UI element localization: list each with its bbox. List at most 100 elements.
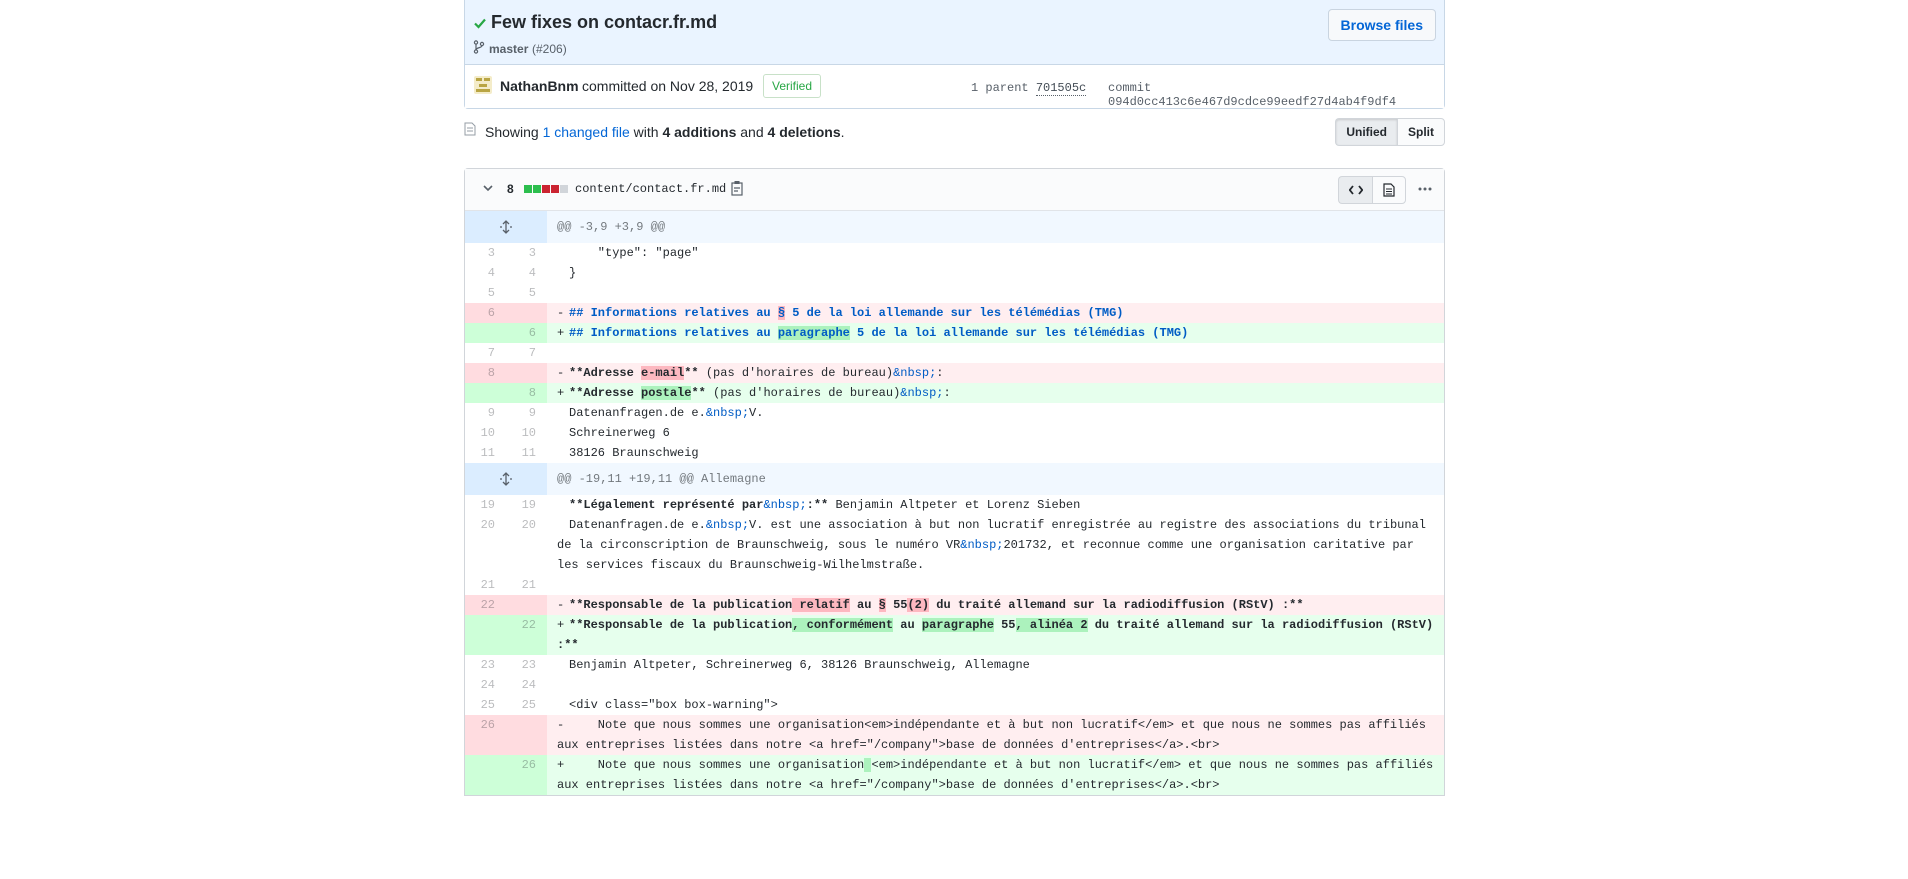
parent-sha-link[interactable]: 701505c bbox=[1035, 81, 1087, 96]
old-line-number[interactable]: 22 bbox=[465, 595, 506, 615]
split-view-button[interactable]: Split bbox=[1397, 118, 1445, 146]
changed-files-link[interactable]: 1 changed file bbox=[543, 124, 630, 140]
old-line-number[interactable]: 5 bbox=[465, 283, 506, 303]
code-token: **Légalement représenté par bbox=[569, 498, 764, 512]
new-line-number[interactable]: 22 bbox=[506, 615, 547, 655]
diff-marker bbox=[557, 655, 569, 675]
file-path[interactable]: content/contact.fr.md bbox=[575, 182, 726, 196]
old-line-number[interactable] bbox=[465, 615, 506, 655]
old-line-number[interactable]: 4 bbox=[465, 263, 506, 283]
new-line-number[interactable]: 8 bbox=[506, 383, 547, 403]
new-line-number[interactable]: 24 bbox=[506, 675, 547, 695]
expand-lines-button[interactable] bbox=[465, 463, 547, 495]
file-diff-icon[interactable] bbox=[464, 122, 476, 136]
unified-view-button[interactable]: Unified bbox=[1335, 118, 1397, 146]
new-line-number[interactable]: 20 bbox=[506, 515, 547, 575]
new-line-number[interactable]: 3 bbox=[506, 243, 547, 263]
code-token: &nbsp; bbox=[893, 366, 937, 380]
branch-name[interactable]: master bbox=[489, 42, 528, 56]
copy-path-icon[interactable] bbox=[730, 180, 744, 196]
old-line-number[interactable] bbox=[465, 755, 506, 795]
new-line-number[interactable]: 4 bbox=[506, 263, 547, 283]
code-token: (2) bbox=[907, 598, 930, 612]
old-line-number[interactable]: 7 bbox=[465, 343, 506, 363]
new-line-number[interactable]: 5 bbox=[506, 283, 547, 303]
code-token: au bbox=[849, 598, 879, 612]
old-line-number[interactable]: 10 bbox=[465, 423, 506, 443]
verified-badge[interactable]: Verified bbox=[763, 74, 822, 98]
old-line-number[interactable]: 25 bbox=[465, 695, 506, 715]
code-line: - ## Informations relatives au § 5 de la … bbox=[547, 303, 1444, 323]
code-line: Schreinerweg 6 bbox=[547, 423, 1444, 443]
old-line-number[interactable]: 9 bbox=[465, 403, 506, 423]
code-line: + **Adresse postale** (pas d'horaires de … bbox=[547, 383, 1444, 403]
context-line: 24 24 bbox=[465, 675, 1444, 695]
code-line: Datenanfragen.de e.&nbsp;V. est une asso… bbox=[547, 515, 1444, 575]
code-token: 5 de la loi allemande sur les télémédias… bbox=[785, 306, 1124, 320]
diff-table: @@ -3,9 +3,9 @@ 3 3 "type": "page" 4 4 } 5 5 6… bbox=[465, 211, 1444, 795]
old-line-number[interactable]: 6 bbox=[465, 303, 506, 323]
code-token: paragraphe bbox=[777, 326, 850, 340]
new-line-number[interactable]: 7 bbox=[506, 343, 547, 363]
diffstat-bar bbox=[524, 185, 568, 193]
old-line-number[interactable]: 21 bbox=[465, 575, 506, 595]
old-line-number[interactable] bbox=[465, 323, 506, 343]
code-line: Benjamin Altpeter, Schreinerweg 6, 38126… bbox=[547, 655, 1444, 675]
parent-info: 1 parent 701505c bbox=[971, 81, 1087, 96]
old-line-number[interactable]: 24 bbox=[465, 675, 506, 695]
new-line-number[interactable]: 19 bbox=[506, 495, 547, 515]
old-line-number[interactable]: 23 bbox=[465, 655, 506, 675]
code-line: - Note que nous sommes une organisation<… bbox=[547, 715, 1444, 755]
old-line-number[interactable]: 19 bbox=[465, 495, 506, 515]
context-line: 55 bbox=[465, 283, 1444, 303]
old-line-number[interactable]: 20 bbox=[465, 515, 506, 575]
new-line-number[interactable]: 21 bbox=[506, 575, 547, 595]
new-line-number[interactable]: 10 bbox=[506, 423, 547, 443]
new-line-number[interactable]: 9 bbox=[506, 403, 547, 423]
code-token: 38126 Braunschweig bbox=[569, 446, 699, 460]
browse-files-button[interactable]: Browse files bbox=[1327, 9, 1436, 41]
new-line-number[interactable]: 23 bbox=[506, 655, 547, 675]
context-line: 10 10 Schreinerweg 6 bbox=[465, 423, 1444, 443]
deleted-line: 8 - **Adresse e-mail** (pas d'horaires de … bbox=[465, 363, 1444, 383]
code-token: ## Informations relatives au bbox=[569, 306, 778, 320]
expand-lines-button[interactable] bbox=[465, 211, 547, 243]
diff-marker bbox=[557, 263, 569, 283]
pull-request-ref[interactable]: (#206) bbox=[532, 42, 567, 56]
code-token: § bbox=[878, 598, 886, 612]
author-name[interactable]: NathanBnm bbox=[500, 78, 579, 94]
new-line-number[interactable] bbox=[506, 715, 547, 755]
new-line-number[interactable] bbox=[506, 363, 547, 383]
chevron-down-icon[interactable] bbox=[482, 182, 494, 194]
and-label: and bbox=[740, 124, 764, 140]
diff-marker bbox=[557, 283, 569, 303]
code-token: } bbox=[569, 266, 577, 280]
code-line: Datenanfragen.de e.&nbsp;V. bbox=[547, 403, 1444, 423]
new-line-number[interactable] bbox=[506, 303, 547, 323]
unfold-icon bbox=[500, 472, 512, 486]
new-line-number[interactable]: 6 bbox=[506, 323, 547, 343]
diff-marker: + bbox=[557, 326, 565, 340]
commit-sha: commit 094d0cc413c6e467d9cdce99eedf27d4a… bbox=[1108, 81, 1444, 109]
old-line-number[interactable]: 26 bbox=[465, 715, 506, 755]
source-diff-button[interactable] bbox=[1338, 176, 1372, 204]
old-line-number[interactable] bbox=[465, 383, 506, 403]
commit-header: Few fixes on contacr.fr.md master (#206)… bbox=[464, 0, 1445, 109]
new-line-number[interactable] bbox=[506, 595, 547, 615]
old-line-number[interactable]: 11 bbox=[465, 443, 506, 463]
old-line-number[interactable]: 3 bbox=[465, 243, 506, 263]
rich-diff-button[interactable] bbox=[1372, 176, 1406, 204]
code-line: } bbox=[547, 263, 1444, 283]
new-line-number[interactable]: 11 bbox=[506, 443, 547, 463]
code-token: du traité allemand sur la radiodiffusion… bbox=[929, 598, 1304, 612]
code-token: , conformément bbox=[792, 618, 894, 632]
more-options-icon[interactable] bbox=[1418, 183, 1432, 195]
new-line-number[interactable]: 25 bbox=[506, 695, 547, 715]
old-line-number[interactable]: 8 bbox=[465, 363, 506, 383]
diff-marker bbox=[557, 495, 569, 515]
code-line: **Légalement représenté par&nbsp;:** Ben… bbox=[547, 495, 1444, 515]
diff-marker bbox=[557, 515, 569, 535]
new-line-number[interactable]: 26 bbox=[506, 755, 547, 795]
avatar[interactable] bbox=[474, 76, 492, 94]
code-token: "type": "page" bbox=[569, 246, 699, 260]
